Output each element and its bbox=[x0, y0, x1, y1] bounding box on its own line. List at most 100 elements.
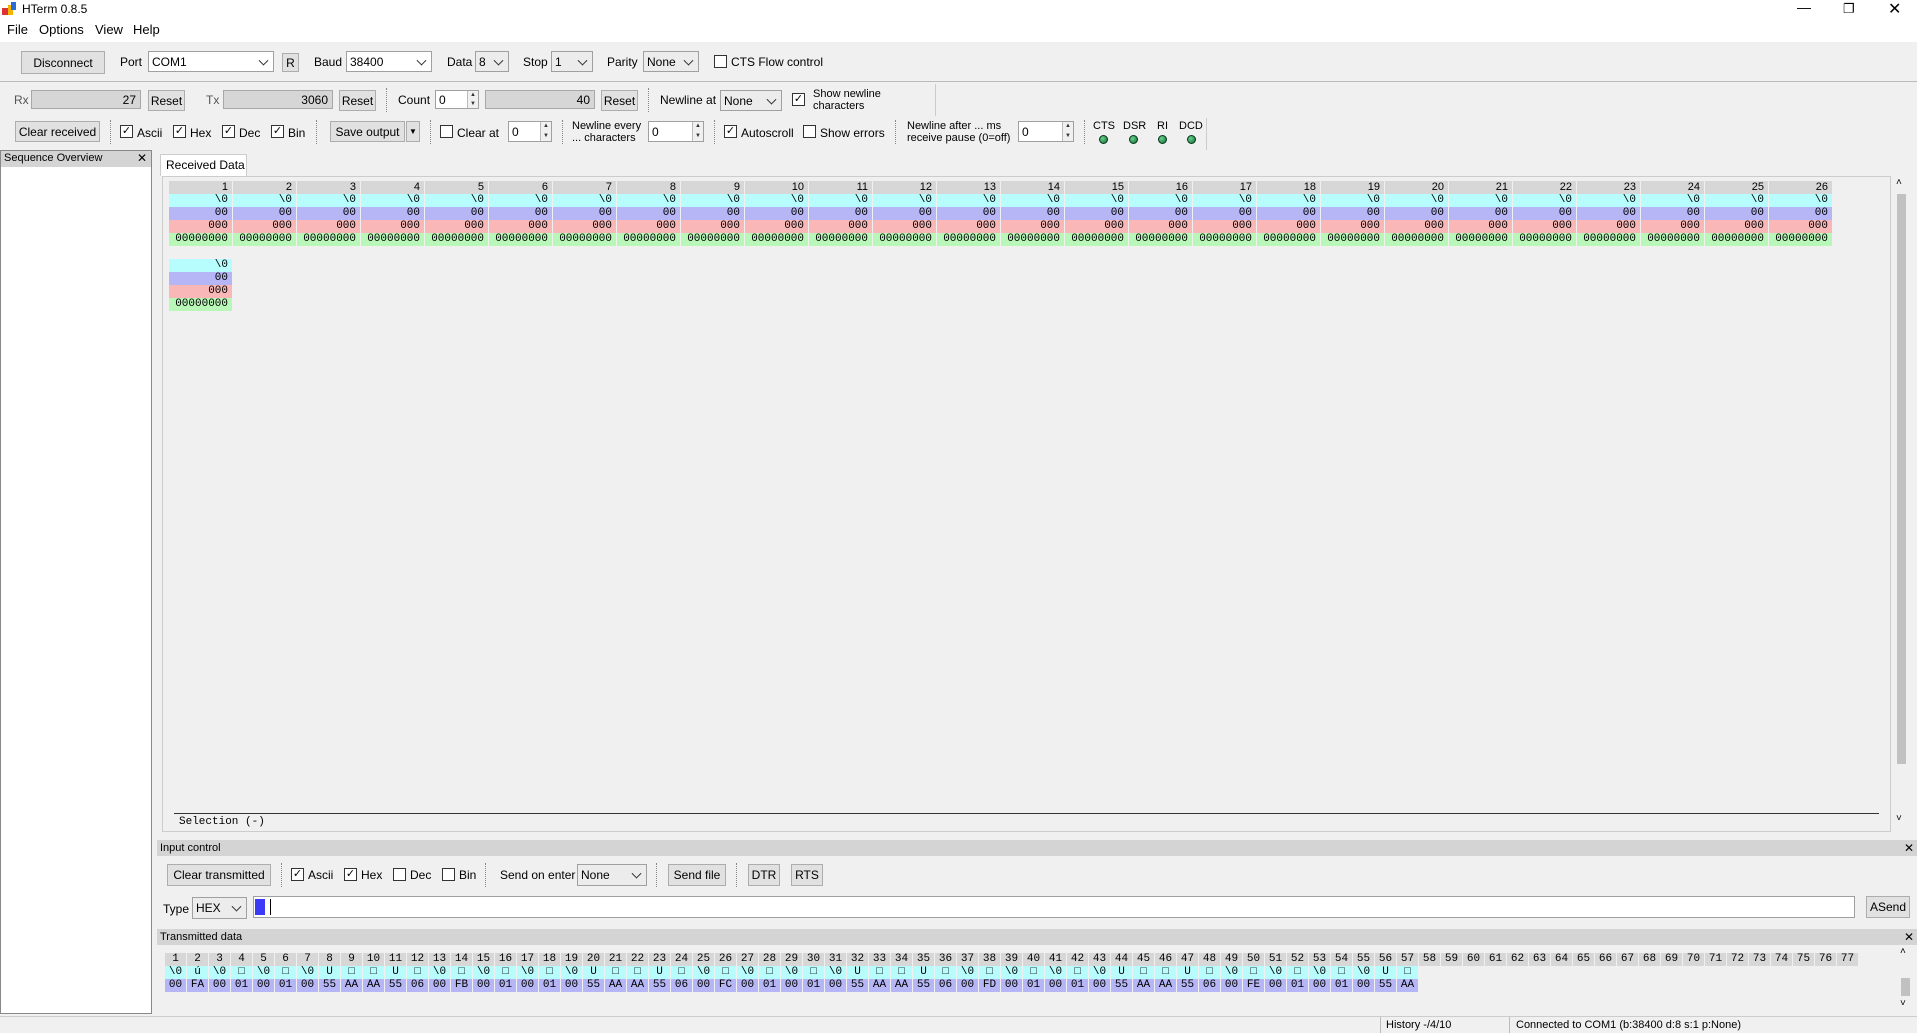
tx-column-header[interactable]: 6 bbox=[275, 953, 296, 966]
received-data-view[interactable]: 1 \0 00 000 00000000 2 \0 00 000 00000000 3 \0 00 000… bbox=[162, 176, 1910, 832]
tx-column-header[interactable]: 38 bbox=[979, 953, 1000, 966]
tx-byte-ascii[interactable]: □ bbox=[495, 966, 516, 979]
ascii-checkbox[interactable]: ✓ bbox=[120, 125, 133, 138]
rx-byte-bin[interactable]: 00000000 bbox=[617, 233, 680, 246]
tx-byte-ascii[interactable]: □ bbox=[715, 966, 736, 979]
save-output-button[interactable]: Save output bbox=[330, 121, 405, 142]
rx-byte-dec[interactable]: 000 bbox=[681, 220, 744, 233]
tx-column-header[interactable]: 32 bbox=[847, 953, 868, 966]
rx-column-header[interactable]: 3 bbox=[297, 181, 360, 194]
rx-column-header[interactable]: 26 bbox=[1769, 181, 1832, 194]
tx-dec-checkbox[interactable] bbox=[393, 868, 406, 881]
tx-column-header[interactable]: 24 bbox=[671, 953, 692, 966]
rx-column-header[interactable]: 13 bbox=[937, 181, 1000, 194]
menu-file[interactable]: File bbox=[7, 22, 28, 37]
clear-at-input[interactable]: 0 ▲ ▼ bbox=[508, 121, 552, 142]
tx-byte-ascii[interactable]: □ bbox=[407, 966, 428, 979]
rx-byte-hex[interactable]: 00 bbox=[361, 207, 424, 220]
close-input-control-icon[interactable]: ✕ bbox=[1904, 840, 1914, 856]
dec-checkbox[interactable]: ✓ bbox=[222, 125, 235, 138]
tx-scroll-up-icon[interactable]: ˄ bbox=[1900, 946, 1906, 957]
rx-byte-dec[interactable]: 000 bbox=[169, 285, 232, 298]
tx-byte-hex[interactable]: 00 bbox=[1089, 979, 1110, 992]
rx-byte-hex[interactable]: 00 bbox=[1449, 207, 1512, 220]
rx-byte-hex[interactable]: 00 bbox=[1385, 207, 1448, 220]
rx-column-header[interactable]: 6 bbox=[489, 181, 552, 194]
rx-column-header[interactable]: 18 bbox=[1257, 181, 1320, 194]
tx-byte-hex[interactable]: 55 bbox=[385, 979, 406, 992]
tx-byte-hex[interactable]: AA bbox=[341, 979, 362, 992]
rx-byte-hex[interactable]: 00 bbox=[553, 207, 616, 220]
rx-byte-ascii[interactable]: \0 bbox=[1385, 194, 1448, 207]
tx-byte-ascii[interactable]: \0 bbox=[429, 966, 450, 979]
tx-column-header[interactable]: 55 bbox=[1353, 953, 1374, 966]
tx-column-header[interactable]: 1 bbox=[165, 953, 186, 966]
received-scroll-thumb[interactable] bbox=[1897, 194, 1906, 764]
tx-byte-hex[interactable]: 06 bbox=[671, 979, 692, 992]
autoscroll-checkbox[interactable]: ✓ bbox=[724, 125, 737, 138]
rx-column-header[interactable]: 7 bbox=[553, 181, 616, 194]
rx-byte-ascii[interactable]: \0 bbox=[425, 194, 488, 207]
close-transmitted-icon[interactable]: ✕ bbox=[1904, 929, 1914, 945]
rx-byte-ascii[interactable]: \0 bbox=[1577, 194, 1640, 207]
tx-column-header[interactable]: 25 bbox=[693, 953, 714, 966]
tx-column-header[interactable]: 2 bbox=[187, 953, 208, 966]
rx-byte-dec[interactable]: 000 bbox=[1513, 220, 1576, 233]
rx-byte-bin[interactable]: 00000000 bbox=[1129, 233, 1192, 246]
tx-byte-hex[interactable]: 01 bbox=[759, 979, 780, 992]
rx-byte-bin[interactable]: 00000000 bbox=[1769, 233, 1832, 246]
rx-byte-hex[interactable]: 00 bbox=[617, 207, 680, 220]
parity-select[interactable]: None bbox=[643, 51, 699, 72]
rx-column-header[interactable]: 25 bbox=[1705, 181, 1768, 194]
dtr-button[interactable]: DTR bbox=[748, 864, 780, 886]
rx-byte-hex[interactable]: 00 bbox=[489, 207, 552, 220]
tx-byte-ascii[interactable]: □ bbox=[1331, 966, 1352, 979]
tx-byte-ascii[interactable]: □ bbox=[231, 966, 252, 979]
rx-byte-bin[interactable]: 00000000 bbox=[297, 233, 360, 246]
tx-byte-ascii[interactable]: \0 bbox=[1045, 966, 1066, 979]
tx-byte-ascii[interactable]: U bbox=[319, 966, 340, 979]
tx-byte-ascii[interactable]: □ bbox=[891, 966, 912, 979]
tx-column-header[interactable]: 37 bbox=[957, 953, 978, 966]
tx-byte-ascii[interactable]: □ bbox=[869, 966, 890, 979]
tx-hex-checkbox[interactable]: ✓ bbox=[344, 868, 357, 881]
tx-byte-hex[interactable]: 00 bbox=[781, 979, 802, 992]
rx-byte-ascii[interactable]: \0 bbox=[745, 194, 808, 207]
tx-column-header[interactable]: 68 bbox=[1639, 953, 1660, 966]
tx-byte-hex[interactable]: 00 bbox=[1353, 979, 1374, 992]
newline-after-input[interactable]: 0 ▲ ▼ bbox=[1018, 121, 1074, 142]
tx-column-header[interactable]: 28 bbox=[759, 953, 780, 966]
rx-column-header[interactable]: 17 bbox=[1193, 181, 1256, 194]
tx-column-header[interactable]: 73 bbox=[1749, 953, 1770, 966]
newline-every-input[interactable]: 0 ▲ ▼ bbox=[648, 121, 704, 142]
rx-byte-hex[interactable]: 00 bbox=[1193, 207, 1256, 220]
tx-byte-ascii[interactable]: U bbox=[1375, 966, 1396, 979]
rx-byte-ascii[interactable]: \0 bbox=[1449, 194, 1512, 207]
rx-byte-dec[interactable]: 000 bbox=[1769, 220, 1832, 233]
rx-byte-ascii[interactable]: \0 bbox=[553, 194, 616, 207]
tx-byte-hex[interactable]: AA bbox=[627, 979, 648, 992]
rx-column-header[interactable]: 9 bbox=[681, 181, 744, 194]
rx-byte-bin[interactable]: 00000000 bbox=[1385, 233, 1448, 246]
rx-byte-hex[interactable]: 00 bbox=[1513, 207, 1576, 220]
tx-bin-checkbox[interactable] bbox=[442, 868, 455, 881]
tx-column-header[interactable]: 34 bbox=[891, 953, 912, 966]
rts-button[interactable]: RTS bbox=[791, 864, 823, 886]
rx-byte-hex[interactable]: 00 bbox=[873, 207, 936, 220]
rx-byte-bin[interactable]: 00000000 bbox=[425, 233, 488, 246]
show-errors-checkbox[interactable] bbox=[803, 125, 816, 138]
tx-byte-hex[interactable]: AA bbox=[869, 979, 890, 992]
tx-column-header[interactable]: 39 bbox=[1001, 953, 1022, 966]
refresh-ports-button[interactable]: R bbox=[282, 53, 299, 72]
tx-column-header[interactable]: 33 bbox=[869, 953, 890, 966]
clear-received-button[interactable]: Clear received bbox=[15, 121, 100, 142]
tx-column-header[interactable]: 66 bbox=[1595, 953, 1616, 966]
rx-byte-dec[interactable]: 000 bbox=[489, 220, 552, 233]
rx-byte-hex[interactable]: 00 bbox=[1129, 207, 1192, 220]
tx-column-header[interactable]: 5 bbox=[253, 953, 274, 966]
rx-byte-ascii[interactable]: \0 bbox=[361, 194, 424, 207]
rx-byte-bin[interactable]: 00000000 bbox=[937, 233, 1000, 246]
tx-column-header[interactable]: 57 bbox=[1397, 953, 1418, 966]
tx-byte-hex[interactable]: 00 bbox=[517, 979, 538, 992]
rx-byte-ascii[interactable]: \0 bbox=[1705, 194, 1768, 207]
